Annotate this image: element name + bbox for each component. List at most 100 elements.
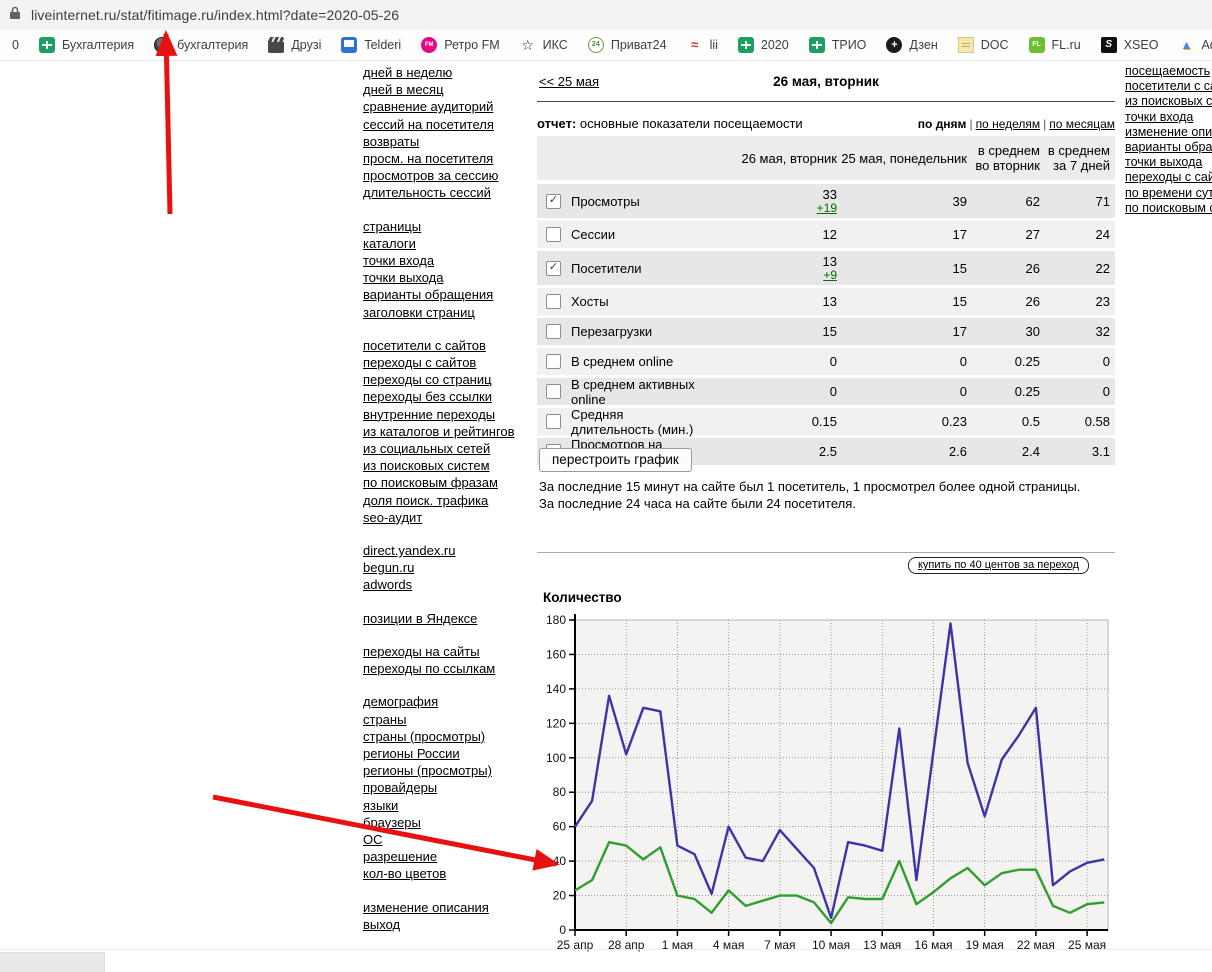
right-sidebar-link[interactable]: изменение опи [1125,125,1212,140]
buy-clicks-button[interactable]: купить по 40 центов за переход [907,557,1089,574]
bookmark-item-3[interactable]: Друзі [268,37,321,53]
right-sidebar-link[interactable]: точки входа [1125,110,1212,125]
sidebar-link[interactable]: дней в месяц [363,81,528,98]
metric-cell: В среднем активных online [537,377,697,407]
metric-cell: ✓ Просмотры [537,193,697,209]
bookmark-item-0[interactable]: 0 [12,38,19,52]
bookmark-item-12[interactable]: DOC [957,37,1009,53]
sidebar-link[interactable]: переходы со страниц [363,371,528,388]
sidebar-link[interactable]: сравнение аудиторий [363,98,528,115]
sidebar-link[interactable]: каталоги [363,235,528,252]
sidebar-link[interactable]: возвраты [363,133,528,150]
sidebar-link[interactable]: из поисковых систем [363,457,528,474]
value-cell: 26 [967,294,1040,309]
report-label: отчет: [537,116,577,131]
bookmark-item-15[interactable]: ▲ AdSense [1178,37,1212,53]
svg-text:20: 20 [553,889,567,903]
row-checkbox[interactable] [546,414,561,429]
bookmark-item-2[interactable]: бухгалтерия [154,37,248,53]
sidebar-link[interactable]: по поисковым фразам [363,474,528,491]
view-mode-months-link[interactable]: по месяцам [1049,117,1115,131]
section-divider [537,552,1115,553]
bookmark-item-6[interactable]: ☆ ИКС [520,37,567,53]
browser-url-bar[interactable]: liveinternet.ru/stat/fitimage.ru/index.h… [0,0,1212,30]
sidebar-link[interactable]: позиции в Яндексе [363,610,528,627]
sidebar-link[interactable]: доля поиск. трафика [363,492,528,509]
bookmark-item-13[interactable]: FL FL.ru [1028,37,1081,53]
right-sidebar-link[interactable]: посетители с са [1125,79,1212,94]
bookmark-item-1[interactable]: Бухгалтерия [38,37,134,53]
sidebar-link[interactable]: переходы на сайты [363,643,528,660]
right-sidebar-link[interactable]: по поисковым с [1125,201,1212,216]
sidebar-link[interactable]: изменение описания [363,899,528,916]
sidebar-link[interactable]: страны (просмотры) [363,728,528,745]
sidebar-link[interactable]: переходы без ссылки [363,388,528,405]
right-sidebar: посещаемость посетители с са из поисковых … [1125,64,1212,216]
bookmark-item-4[interactable]: Telderi [341,37,401,53]
sidebar-link[interactable]: варианты обращения [363,286,528,303]
sidebar-link[interactable]: разрешение [363,848,528,865]
line-chart-icon: ≈ [690,37,699,52]
sidebar-link[interactable]: кол-во цветов [363,865,528,882]
bookmark-label: 2020 [760,38,789,52]
sidebar-link[interactable]: страны [363,711,528,728]
bookmark-item-9[interactable]: 2020 [737,37,789,53]
sidebar-link[interactable]: begun.ru [363,559,528,576]
sidebar-link[interactable]: внутренние переходы [363,406,528,423]
sidebar-link[interactable]: сессий на посетителя [363,116,528,133]
sidebar-link[interactable]: браузеры [363,814,528,831]
sidebar-link[interactable]: регионы России [363,745,528,762]
row-checkbox[interactable] [546,324,561,339]
row-checkbox[interactable] [546,294,561,309]
metric-label: Перезагрузки [571,324,653,339]
right-sidebar-link[interactable]: точки выхода [1125,155,1212,170]
sidebar-link[interactable]: посетители с сайтов [363,337,528,354]
bookmark-item-5[interactable]: FM Ретро FM [421,37,500,53]
right-sidebar-link[interactable]: варианты обра [1125,140,1212,155]
sidebar-link[interactable]: из каталогов и рейтингов [363,423,528,440]
row-checkbox[interactable] [546,384,561,399]
right-sidebar-link[interactable]: посещаемость [1125,64,1212,79]
sidebar-link[interactable]: провайдеры [363,779,528,796]
sidebar-link[interactable]: переходы с сайтов [363,354,528,371]
bookmark-item-7[interactable]: 24 Приват24 [587,37,667,53]
right-sidebar-link[interactable]: по времени сут [1125,186,1212,201]
delta-link[interactable]: +9 [823,268,837,282]
bookmark-item-10[interactable]: ТРИО [808,37,866,53]
sidebar-link[interactable]: дней в неделю [363,64,528,81]
sidebar-link[interactable]: adwords [363,576,528,593]
sidebar-link[interactable]: страницы [363,218,528,235]
sidebar-link[interactable]: переходы по ссылкам [363,660,528,677]
sidebar-link[interactable]: просмотров за сессию [363,167,528,184]
sidebar-link[interactable]: точки входа [363,252,528,269]
row-checkbox[interactable] [546,227,561,242]
view-mode-weeks-link[interactable]: по неделям [976,117,1041,131]
sidebar-link[interactable]: демография [363,693,528,710]
sidebar-link[interactable]: заголовки страниц [363,304,528,321]
bookmark-item-8[interactable]: ≈ lii [687,37,718,53]
sidebar-link[interactable]: просм. на посетителя [363,150,528,167]
sidebar-link[interactable]: регионы (просмотры) [363,762,528,779]
prev-day-link[interactable]: << 25 мая [539,74,599,89]
sidebar-link[interactable]: ОС [363,831,528,848]
bookmark-item-11[interactable]: + Дзен [886,37,938,53]
row-checkbox[interactable]: ✓ [546,260,561,276]
sidebar-link[interactable]: языки [363,797,528,814]
value-cell: 15 [837,261,967,276]
bookmark-item-14[interactable]: S XSEO [1100,37,1158,53]
right-sidebar-link[interactable]: из поисковых с [1125,94,1212,109]
value-cell: 0.15 [697,414,837,429]
sidebar-link[interactable]: direct.yandex.ru [363,542,528,559]
rebuild-chart-button[interactable]: перестроить график [539,448,692,472]
delta-link[interactable]: +19 [817,201,837,215]
row-checkbox[interactable] [546,354,561,369]
sidebar-link[interactable]: выход [363,916,528,933]
sidebar-link[interactable]: длительность сессий [363,184,528,201]
right-sidebar-link[interactable]: переходы с сай [1125,170,1212,185]
value: 17 [952,227,967,242]
sidebar-link[interactable]: из социальных сетей [363,440,528,457]
sidebar-link[interactable]: точки выхода [363,269,528,286]
sidebar-link[interactable]: seo-аудит [363,509,528,526]
url-text[interactable]: liveinternet.ru/stat/fitimage.ru/index.h… [31,7,399,23]
row-checkbox[interactable]: ✓ [546,193,561,209]
